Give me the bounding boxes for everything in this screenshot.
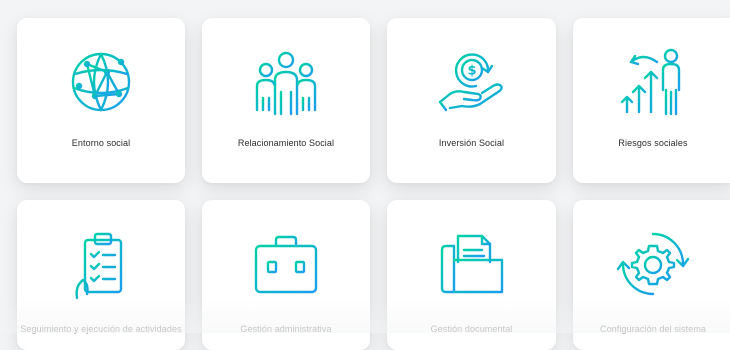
people-group-icon	[255, 51, 317, 116]
module-card-riesgos-sociales[interactable]: Riesgos sociales	[573, 18, 730, 183]
svg-text:$: $	[467, 64, 476, 79]
briefcase-icon	[254, 235, 318, 294]
module-card-relacionamiento-social[interactable]: Relacionamiento Social	[202, 18, 370, 183]
gear-cycle-icon	[616, 232, 690, 296]
module-card-configuracion[interactable]: Configuración del sistema	[573, 200, 730, 350]
module-card-entorno-social[interactable]: Entorno social	[17, 18, 185, 183]
folder-document-icon	[440, 234, 503, 294]
globe-network-icon	[71, 52, 131, 112]
module-card-seguimiento[interactable]: Seguimiento y ejecución de actividades	[17, 200, 185, 350]
clipboard-checklist-icon	[75, 232, 123, 300]
module-card-inversion-social[interactable]: $ Inversión Social	[387, 18, 556, 183]
module-card-gestion-administrativa[interactable]: Gestión administrativa	[202, 200, 370, 350]
person-arrows-icon	[620, 48, 681, 116]
module-card-gestion-documental[interactable]: Gestión documental	[387, 200, 556, 350]
hand-coin-icon: $	[438, 53, 503, 112]
module-label: Relacionamiento Social	[237, 138, 335, 148]
module-grid: Entorno social Relacionamiento Social $ …	[0, 0, 730, 350]
module-label: Riesgos sociales	[618, 138, 688, 148]
module-label: Inversión Social	[438, 138, 505, 148]
module-label: Entorno social	[71, 138, 131, 148]
